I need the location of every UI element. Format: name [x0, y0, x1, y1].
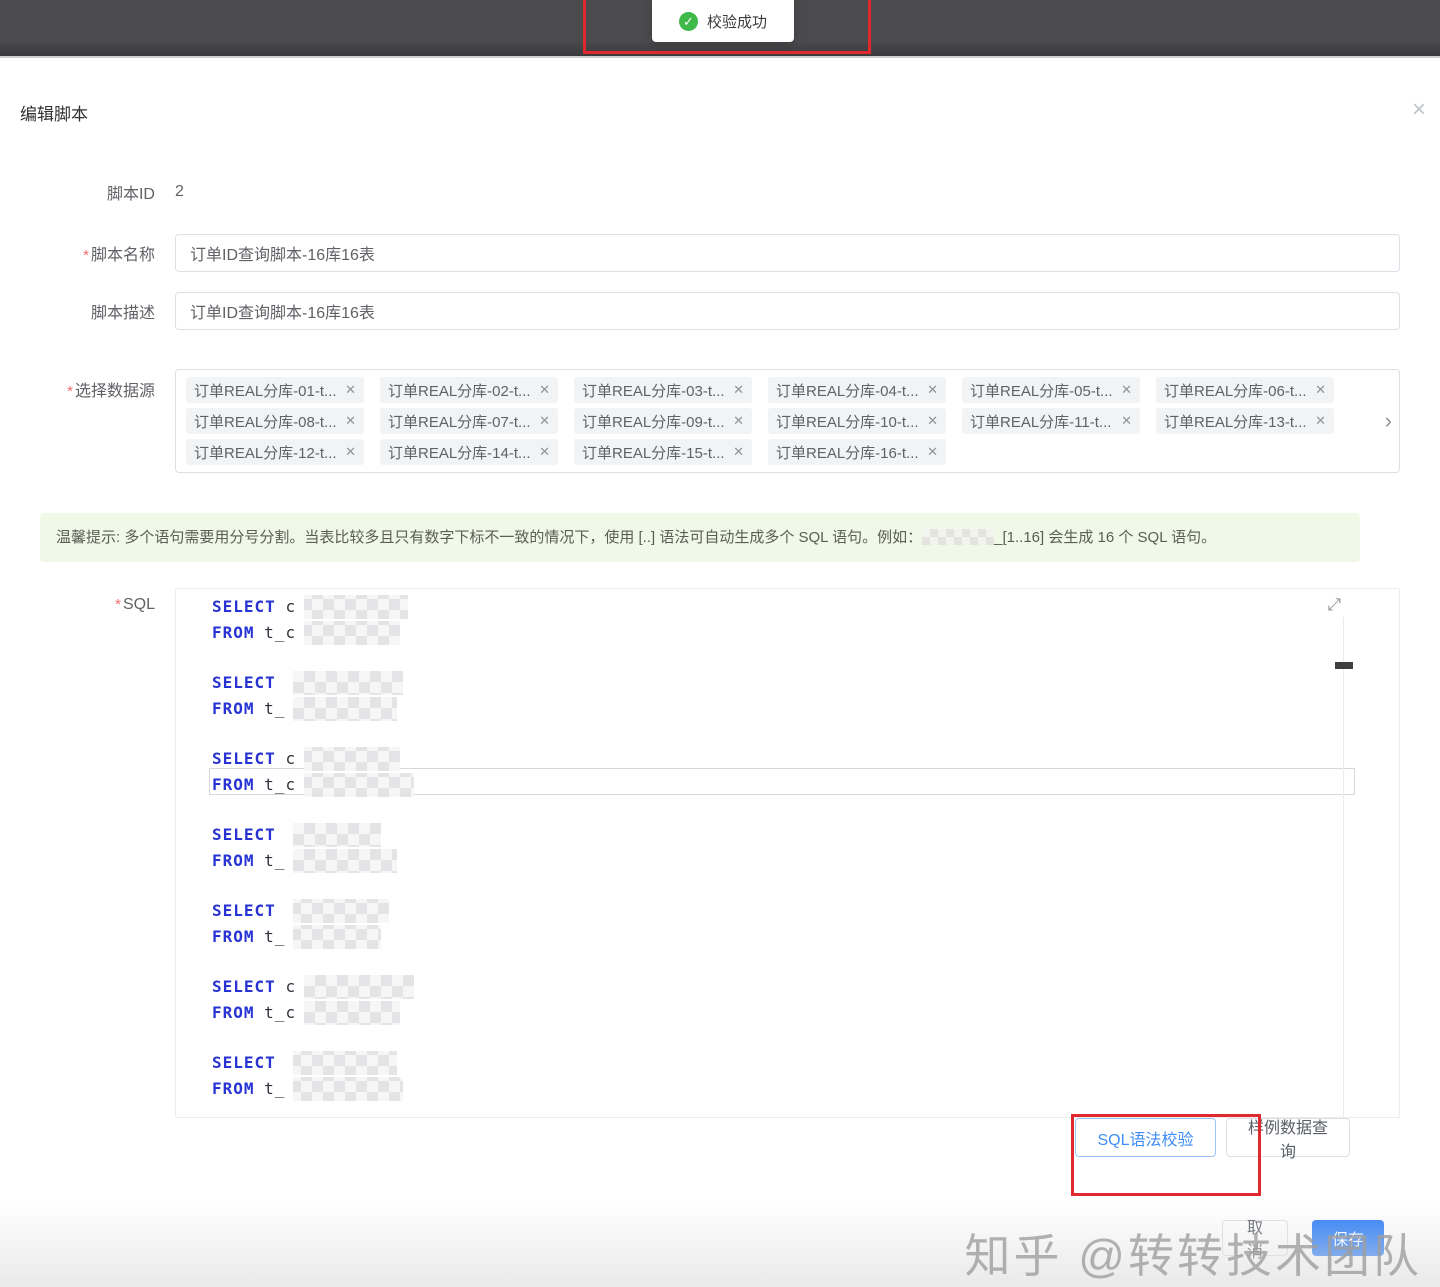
sql-statement: SELECT c FROM t_c: [212, 594, 1399, 646]
sql-row: *SQL ⤢ SELECT c FROM t_c SELECT FROM t_ …: [0, 588, 1400, 1157]
datasource-select[interactable]: 订单REAL分库-01-t...✕ 订单REAL分库-02-t...✕ 订单RE…: [175, 369, 1400, 473]
close-icon[interactable]: ×: [1412, 98, 1426, 122]
tag-remove-icon[interactable]: ✕: [733, 444, 744, 460]
sql-statement: SELECT c FROM t_c: [212, 746, 1399, 798]
redacted-block: [293, 671, 403, 695]
datasource-tag: 订单REAL分库-12-t...✕: [186, 439, 364, 465]
sql-statement: SELECT FROM t_: [212, 822, 1399, 874]
dialog-title: 编辑脚本: [20, 100, 88, 125]
script-desc-label: 脚本描述: [0, 299, 155, 323]
script-name-input[interactable]: [175, 234, 1400, 272]
datasource-row: *选择数据源 订单REAL分库-01-t...✕ 订单REAL分库-02-t..…: [0, 369, 1400, 473]
datasource-tag: 订单REAL分库-08-t...✕: [186, 408, 364, 434]
datasource-label: 选择数据源: [75, 383, 155, 400]
required-asterisk: *: [83, 247, 89, 264]
tag-remove-icon[interactable]: ✕: [733, 382, 744, 398]
datasource-tag: 订单REAL分库-13-t...✕: [1156, 408, 1334, 434]
datasource-tag: 订单REAL分库-15-t...✕: [574, 439, 752, 465]
tag-remove-icon[interactable]: ✕: [539, 382, 550, 398]
sql-check-button[interactable]: SQL语法校验: [1075, 1118, 1216, 1157]
datasource-tag: 订单REAL分库-09-t...✕: [574, 408, 752, 434]
tag-remove-icon[interactable]: ✕: [539, 444, 550, 460]
sql-statement: SELECT FROM t_: [212, 1050, 1399, 1102]
cancel-button[interactable]: 取消: [1222, 1220, 1288, 1256]
sql-label: SQL: [123, 596, 155, 613]
tag-remove-icon[interactable]: ✕: [927, 382, 938, 398]
datasource-tag: 订单REAL分库-10-t...✕: [768, 408, 946, 434]
datasource-tag: 订单REAL分库-07-t...✕: [380, 408, 558, 434]
dialog-footer: 取消 保存: [0, 1220, 1400, 1256]
tag-remove-icon[interactable]: ✕: [733, 413, 744, 429]
script-id-label: 脚本ID: [0, 180, 155, 204]
tip-banner: 温馨提示: 多个语句需要用分号分割。当表比较多且只有数字下标不一致的情况下，使用…: [40, 513, 1360, 562]
script-desc-row: 脚本描述: [0, 292, 1400, 330]
sql-statement: SELECT FROM t_: [212, 898, 1399, 950]
tag-remove-icon[interactable]: ✕: [1121, 413, 1132, 429]
script-name-row: *脚本名称: [0, 234, 1400, 272]
redacted-block: [293, 1077, 403, 1101]
tag-remove-icon[interactable]: ✕: [539, 413, 550, 429]
tag-remove-icon[interactable]: ✕: [1315, 382, 1326, 398]
required-asterisk: *: [115, 596, 121, 613]
scrollbar-track: [1343, 617, 1344, 1117]
success-toast: ✓ 校验成功: [652, 0, 794, 42]
redacted-block: [304, 595, 408, 619]
tip-text-before: 温馨提示: 多个语句需要用分号分割。当表比较多且只有数字下标不一致的情况下，使用…: [56, 529, 922, 546]
redacted-block: [304, 773, 414, 797]
script-id-value: 2: [175, 183, 1400, 201]
success-check-icon: ✓: [679, 12, 698, 31]
redacted-block: [922, 529, 994, 545]
tag-remove-icon[interactable]: ✕: [927, 413, 938, 429]
save-button[interactable]: 保存: [1312, 1220, 1384, 1256]
tag-remove-icon[interactable]: ✕: [1121, 382, 1132, 398]
chevron-right-icon[interactable]: ›: [1385, 411, 1392, 431]
datasource-tag: 订单REAL分库-01-t...✕: [186, 377, 364, 403]
script-desc-input[interactable]: [175, 292, 1400, 330]
datasource-tag: 订单REAL分库-16-t...✕: [768, 439, 946, 465]
sql-statement: SELECT FROM t_: [212, 670, 1399, 722]
datasource-tag: 订单REAL分库-14-t...✕: [380, 439, 558, 465]
scrollbar-thumb[interactable]: [1335, 662, 1353, 669]
sample-query-button[interactable]: 样例数据查询: [1226, 1118, 1350, 1157]
datasource-tag: 订单REAL分库-11-t...✕: [962, 408, 1140, 434]
dialog-body: 脚本ID 2 *脚本名称 脚本描述 *选择数据源 订单REAL分库-01-t..…: [0, 180, 1440, 1256]
redacted-block: [293, 899, 389, 923]
sql-statement: SELECT c FROM t_c: [212, 974, 1399, 1026]
datasource-tag: 订单REAL分库-05-t...✕: [962, 377, 1140, 403]
tag-remove-icon[interactable]: ✕: [927, 444, 938, 460]
tip-text-after: _[1..16] 会生成 16 个 SQL 语句。: [994, 529, 1216, 546]
redacted-block: [304, 1001, 400, 1025]
expand-icon[interactable]: ⤢: [1327, 595, 1341, 615]
redacted-block: [304, 621, 400, 645]
datasource-tag: 订单REAL分库-06-t...✕: [1156, 377, 1334, 403]
redacted-block: [293, 849, 397, 873]
tag-remove-icon[interactable]: ✕: [345, 382, 356, 398]
datasource-tag: 订单REAL分库-02-t...✕: [380, 377, 558, 403]
redacted-block: [304, 975, 414, 999]
required-asterisk: *: [67, 383, 73, 400]
toast-message: 校验成功: [707, 11, 767, 32]
tag-remove-icon[interactable]: ✕: [345, 444, 356, 460]
redacted-block: [293, 1051, 397, 1075]
redacted-block: [293, 697, 397, 721]
tag-remove-icon[interactable]: ✕: [345, 413, 356, 429]
redacted-block: [304, 747, 400, 771]
datasource-tag: 订单REAL分库-04-t...✕: [768, 377, 946, 403]
datasource-tag: 订单REAL分库-03-t...✕: [574, 377, 752, 403]
redacted-block: [293, 823, 381, 847]
redacted-block: [293, 925, 381, 949]
sql-editor[interactable]: ⤢ SELECT c FROM t_c SELECT FROM t_ SELEC…: [175, 588, 1400, 1118]
script-name-label: 脚本名称: [91, 247, 155, 264]
script-id-row: 脚本ID 2: [0, 180, 1400, 204]
tag-remove-icon[interactable]: ✕: [1315, 413, 1326, 429]
